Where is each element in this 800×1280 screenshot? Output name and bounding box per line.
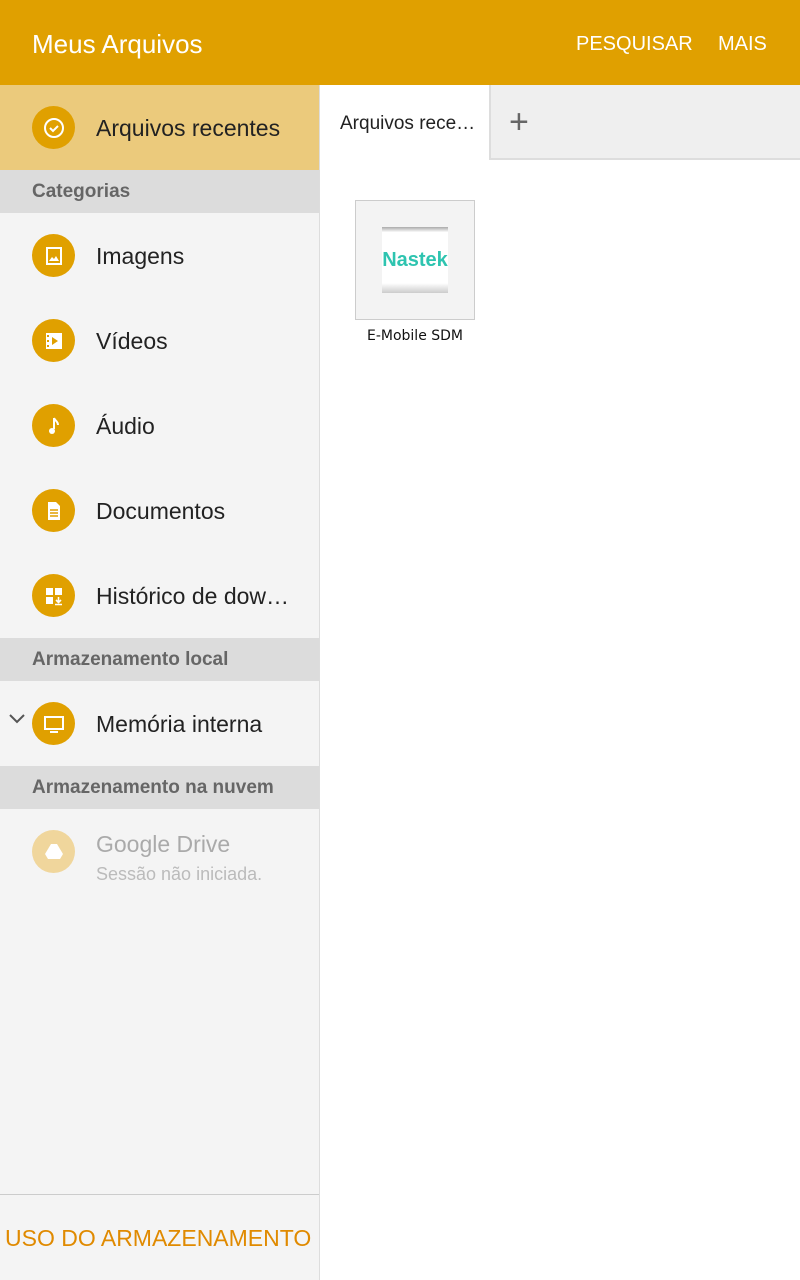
sidebar-item-label: Áudio — [96, 413, 155, 439]
document-icon — [32, 489, 75, 532]
download-history-icon — [32, 574, 75, 617]
app-logo: Nastek — [382, 227, 448, 293]
sidebar-item-label: Google Drive — [96, 831, 231, 857]
sidebar-item-recent[interactable]: Arquivos recentes — [0, 85, 319, 170]
sidebar-item-label: Histórico de dow… — [96, 583, 290, 609]
section-cloud-storage: Armazenamento na nuvem — [0, 766, 319, 809]
add-tab-icon[interactable]: + — [509, 105, 529, 139]
tab-bar: Arquivos rece… + — [320, 85, 800, 160]
drive-status: Sessão não iniciada. — [96, 864, 263, 884]
sidebar-item-label: Documentos — [96, 498, 226, 524]
clock-check-icon — [32, 106, 75, 149]
music-note-icon — [32, 404, 75, 447]
section-local-storage: Armazenamento local — [0, 638, 319, 681]
sidebar-item-documents[interactable]: Documentos — [0, 468, 319, 553]
file-thumbnail: Nastek — [355, 200, 475, 320]
sidebar-item-google-drive[interactable]: Google Drive Sessão não iniciada. — [0, 809, 319, 894]
file-item[interactable]: Nastek E-Mobile SDM — [355, 200, 475, 344]
sidebar: Arquivos recentes Categorias Imagens Víd… — [0, 85, 320, 1280]
tab-add-area: + — [489, 85, 800, 160]
video-icon — [32, 319, 75, 362]
app-bar: Meus Arquivos PESQUISAR MAIS — [0, 0, 800, 85]
storage-usage-button[interactable]: USO DO ARMAZENAMENTO — [0, 1194, 319, 1280]
file-name: E-Mobile SDM — [366, 328, 464, 344]
app-title: Meus Arquivos — [32, 29, 203, 59]
sidebar-item-label: Memória interna — [96, 711, 263, 737]
chevron-down-icon[interactable] — [8, 709, 26, 732]
sidebar-item-videos[interactable]: Vídeos — [0, 298, 319, 383]
sidebar-item-audio[interactable]: Áudio — [0, 383, 319, 468]
sidebar-item-label: Imagens — [96, 243, 185, 269]
sidebar-item-images[interactable]: Imagens — [0, 213, 319, 298]
search-button[interactable]: PESQUISAR — [576, 33, 693, 56]
sidebar-item-internal-memory[interactable]: Memória interna — [0, 681, 319, 766]
sidebar-item-label: Vídeos — [96, 328, 168, 354]
image-icon — [32, 234, 75, 277]
more-button[interactable]: MAIS — [718, 33, 767, 56]
device-icon — [32, 702, 75, 745]
tab-recent-files[interactable]: Arquivos rece… — [320, 85, 489, 160]
google-drive-icon — [32, 830, 75, 873]
sidebar-item-label: Arquivos recentes — [96, 115, 281, 141]
section-categories: Categorias — [0, 170, 319, 213]
sidebar-item-downloads[interactable]: Histórico de dow… — [0, 553, 319, 638]
